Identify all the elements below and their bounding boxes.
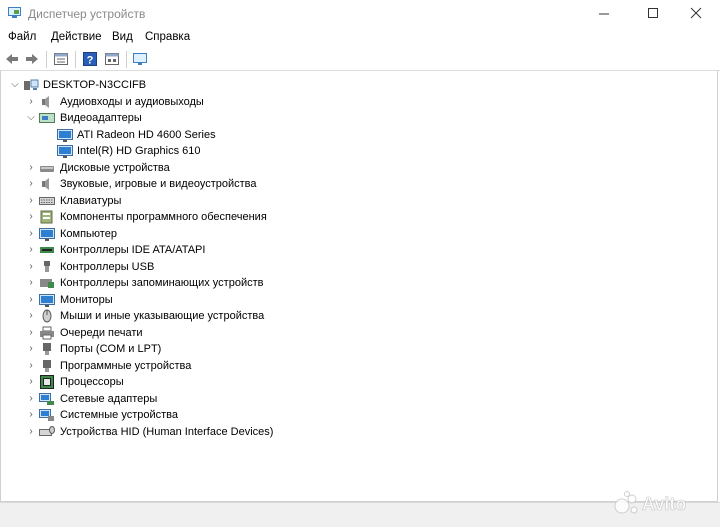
avito-watermark: Avito (614, 491, 687, 514)
software-device-icon (43, 360, 51, 372)
usb-icon (44, 261, 50, 272)
display-adapter-icon (57, 129, 73, 142)
display-adapter-icon (39, 113, 55, 123)
printer-icon (40, 326, 54, 340)
collapse-arrow-icon[interactable]: ⌵ (9, 77, 21, 93)
tree-category-label: Процессоры (60, 376, 124, 388)
collapse-arrow-icon[interactable]: ⌵ (25, 110, 37, 126)
display-adapter-icon (57, 145, 73, 158)
mouse-icon (42, 309, 52, 323)
expand-arrow-icon[interactable]: › (25, 259, 37, 275)
window-title: Диспетчер устройств (28, 7, 146, 21)
ide-controller-icon (40, 247, 54, 253)
hid-icon (39, 426, 55, 436)
expand-arrow-icon[interactable]: › (25, 308, 37, 324)
device-tree: ⌵ DESKTOP-N3CCIFB › Аудиовходы и аудиовы… (0, 71, 718, 502)
tree-category-label: Программные устройства (60, 360, 192, 372)
menu-view[interactable]: Вид (112, 31, 133, 43)
toolbar: ? (0, 48, 720, 71)
tree-category-label: Очереди печати (60, 327, 143, 339)
network-adapter-icon (39, 393, 54, 405)
tree-category-label: Дисковые устройства (60, 162, 170, 174)
expand-arrow-icon[interactable]: › (25, 94, 37, 110)
speaker-icon (42, 96, 49, 108)
monitor-scan-icon[interactable] (132, 51, 148, 67)
expand-arrow-icon[interactable]: › (25, 193, 37, 209)
tree-category-label: Видеоадаптеры (60, 112, 142, 124)
expand-arrow-icon[interactable]: › (25, 275, 37, 291)
disk-drive-icon (40, 166, 54, 172)
expand-arrow-icon[interactable]: › (25, 176, 37, 192)
maximize-button[interactable] (630, 0, 676, 28)
toolbar-separator (75, 51, 76, 68)
help-icon[interactable]: ? (82, 51, 98, 67)
tree-category-label: Мониторы (60, 294, 113, 306)
back-arrow-icon[interactable] (4, 51, 20, 67)
software-component-icon (40, 210, 53, 224)
tree-device-label: Intel(R) HD Graphics 610 (77, 145, 201, 157)
menu-action[interactable]: Действие (51, 31, 102, 43)
expand-arrow-icon[interactable]: › (25, 242, 37, 258)
expand-arrow-icon[interactable]: › (25, 325, 37, 341)
tree-category-label: Звуковые, игровые и видеоустройства (60, 178, 257, 190)
computer-icon (24, 79, 39, 90)
forward-arrow-icon[interactable] (24, 51, 40, 67)
svg-text:?: ? (87, 55, 94, 67)
properties-icon[interactable] (53, 51, 69, 67)
expand-arrow-icon[interactable]: › (25, 341, 37, 357)
expand-arrow-icon[interactable]: › (25, 424, 37, 440)
monitor-icon (39, 294, 55, 307)
expand-arrow-icon[interactable]: › (25, 374, 37, 390)
minimize-button[interactable] (580, 0, 626, 28)
show-hidden-icon[interactable] (104, 51, 120, 67)
title-bar: Диспетчер устройств (0, 0, 720, 28)
tree-category-label: Компьютер (60, 228, 117, 240)
tree-root-label: DESKTOP-N3CCIFB (43, 79, 147, 91)
port-icon (43, 343, 51, 355)
system-device-icon (39, 409, 54, 421)
tree-category-label: Контроллеры IDE ATA/ATAPI (60, 244, 206, 256)
tree-category-label: Системные устройства (60, 409, 179, 421)
device-manager-app-icon (8, 7, 21, 18)
tree-category-label: Устройства HID (Human Interface Devices) (60, 426, 274, 438)
tree-category-label: Клавиатуры (60, 195, 122, 207)
close-button[interactable] (672, 0, 718, 28)
tree-category-label: Порты (COM и LPT) (60, 343, 162, 355)
processor-icon (40, 375, 54, 389)
tree-category-label: Сетевые адаптеры (60, 393, 158, 405)
keyboard-icon (39, 197, 55, 205)
computer-icon (39, 228, 55, 241)
expand-arrow-icon[interactable]: › (25, 292, 37, 308)
tree-category-label: Контроллеры запоминающих устройств (60, 277, 264, 289)
expand-arrow-icon[interactable]: › (25, 358, 37, 374)
menu-file[interactable]: Файл (8, 31, 36, 43)
expand-arrow-icon[interactable]: › (25, 160, 37, 176)
menu-help[interactable]: Справка (145, 31, 190, 43)
tree-device-label: ATI Radeon HD 4600 Series (77, 129, 216, 141)
toolbar-separator (46, 51, 47, 68)
tree-category-label: Аудиовходы и аудиовыходы (60, 96, 204, 108)
expand-arrow-icon[interactable]: › (25, 209, 37, 225)
expand-arrow-icon[interactable]: › (25, 391, 37, 407)
sound-icon (42, 178, 49, 190)
menu-bar: Файл Действие Вид Справка (0, 28, 720, 47)
toolbar-separator (126, 51, 127, 68)
storage-controller-icon (40, 279, 54, 288)
expand-arrow-icon[interactable]: › (25, 226, 37, 242)
watermark-text: Avito (642, 494, 686, 514)
expand-arrow-icon[interactable]: › (25, 407, 37, 423)
tree-category-label: Контроллеры USB (60, 261, 155, 273)
tree-category-label: Мыши и иные указывающие устройства (60, 310, 265, 322)
tree-category-label: Компоненты программного обеспечения (60, 211, 267, 223)
